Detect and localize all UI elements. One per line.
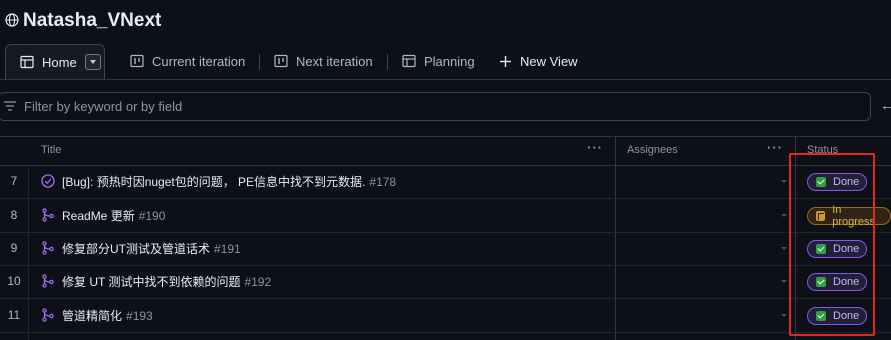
row-title[interactable]: [Bug]: 预热时因nuget包的问题， PE信息中找不到元数据. #178 (62, 173, 396, 190)
row-title-text: [Bug]: 预热时因nuget包的问题， PE信息中找不到元数据. (62, 175, 366, 189)
issue-closed-icon (41, 174, 55, 188)
tabs-divider (0, 79, 891, 80)
new-view-button[interactable]: New View (499, 44, 578, 78)
project-header: Natasha_VNext (0, 0, 891, 44)
pull-request-merged-icon (42, 208, 54, 222)
table-row[interactable]: 7 [Bug]: 预热时因nuget包的问题， PE信息中找不到元数据. #178… (0, 165, 891, 199)
row-title-text: 修复部分UT测试及管道话术 (62, 242, 210, 256)
assignee-dropdown-icon[interactable] (781, 214, 787, 217)
project-title: Natasha_VNext (23, 10, 162, 31)
board-icon (274, 54, 288, 68)
tab-home[interactable]: Home (5, 44, 105, 79)
view-options-button[interactable] (84, 54, 101, 70)
highlight-box (789, 153, 875, 336)
tab-planning-label: Planning (424, 53, 475, 69)
board-icon (130, 54, 144, 68)
table-row[interactable]: 11 管道精简化 #193 Done (0, 299, 891, 333)
new-view-label: New View (520, 53, 578, 69)
row-ref: #193 (126, 309, 153, 323)
row-number: 9 (10, 241, 18, 255)
row-title-text: 管道精简化 (62, 309, 123, 323)
row-title[interactable]: ReadMe 更新 #190 (62, 207, 165, 224)
row-title-text: 修复 UT 测试中找不到依赖的问题 (62, 275, 241, 289)
pull-request-merged-icon (42, 241, 54, 255)
tab-current-iteration-label: Current iteration (152, 53, 246, 69)
row-ref: #192 (244, 275, 272, 289)
row-ref: #178 (369, 175, 397, 189)
assignee-dropdown-icon[interactable] (781, 314, 787, 317)
column-header-title[interactable]: Title (41, 144, 61, 156)
tab-home-label: Home (42, 54, 77, 70)
row-ref: #191 (214, 242, 241, 256)
filter-input[interactable]: Filter by keyword or by field (0, 92, 871, 121)
pull-request-merged-icon (42, 308, 54, 322)
assignee-dropdown-icon[interactable] (781, 180, 787, 183)
row-ref: #190 (138, 209, 166, 223)
row-number: 10 (7, 274, 21, 288)
view-tabs: Home Current iteration Next iteration Pl… (0, 44, 891, 80)
tab-divider (259, 54, 260, 70)
tab-next-iteration[interactable]: Next iteration (274, 44, 373, 78)
table-row[interactable]: 10 修复 UT 测试中找不到依赖的问题 #192 Done (0, 265, 891, 299)
tab-divider (387, 54, 388, 70)
filter-icon (4, 101, 16, 111)
table-icon (20, 55, 34, 69)
title-column-menu-icon[interactable]: ··· (587, 140, 603, 155)
assignee-dropdown-icon[interactable] (781, 247, 787, 250)
table-icon (402, 54, 416, 68)
row-title[interactable]: 修复部分UT测试及管道话术 #191 (62, 240, 241, 257)
table-header: Title ··· Assignees ··· Status (0, 136, 891, 166)
table-row[interactable]: 8 ReadMe 更新 #190 In progress (0, 199, 891, 233)
row-number: 11 (7, 308, 21, 322)
arrow-left-icon[interactable]: ← (880, 97, 891, 114)
assignees-column-menu-icon[interactable]: ··· (767, 140, 783, 155)
plus-icon (500, 55, 511, 67)
pull-request-merged-icon (42, 274, 54, 288)
row-number: 7 (10, 174, 18, 188)
column-header-assignees[interactable]: Assignees (627, 144, 678, 156)
assignee-dropdown-icon[interactable] (781, 280, 787, 283)
globe-icon (5, 13, 19, 27)
row-title[interactable]: 修复 UT 测试中找不到依赖的问题 #192 (62, 273, 271, 290)
tab-planning[interactable]: Planning (402, 44, 475, 78)
row-number: 8 (10, 208, 18, 222)
table-row[interactable]: 9 修复部分UT测试及管道话术 #191 Done (0, 232, 891, 266)
filter-placeholder: Filter by keyword or by field (24, 99, 183, 114)
tab-current-iteration[interactable]: Current iteration (130, 44, 245, 78)
row-title[interactable]: 管道精简化 #193 (62, 307, 153, 324)
tab-next-iteration-label: Next iteration (296, 53, 373, 69)
row-title-text: ReadMe 更新 (62, 209, 135, 223)
